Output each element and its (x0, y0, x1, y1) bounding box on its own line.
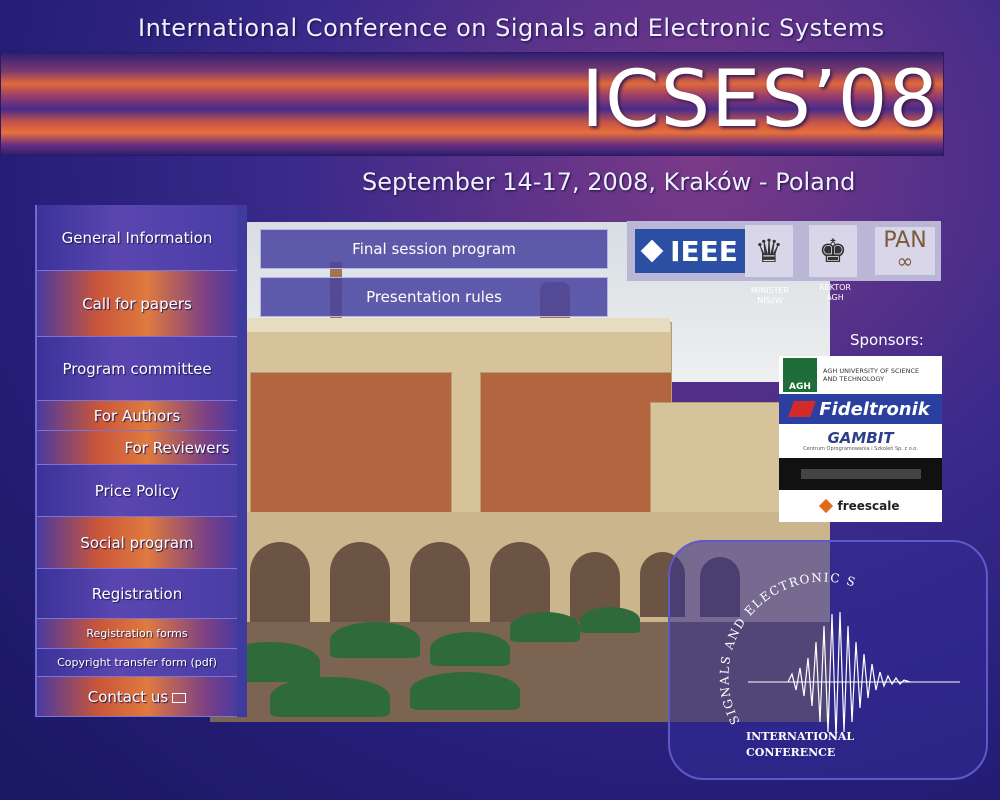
emblem-line2: CONFERENCE (746, 746, 835, 759)
signal-waveform-graphic: SIGNALS AND ELECTRONIC SYSTEMS INTERNATI… (663, 531, 960, 759)
pan-logo[interactable]: PAN ∞ (875, 227, 935, 275)
nav-call-for-papers[interactable]: Call for papers (37, 271, 237, 337)
emblem-arc-text: SIGNALS AND ELECTRONIC SYSTEMS (663, 531, 857, 727)
presentation-rules-button[interactable]: Presentation rules (260, 277, 608, 317)
nav-price-policy[interactable]: Price Policy (37, 465, 237, 517)
rektor-caption: REKTOR AGH (819, 283, 851, 302)
nav-for-reviewers[interactable]: For Reviewers (37, 431, 237, 465)
dark-sponsor-image (800, 469, 921, 479)
eagle-emblem-icon: ♛ (745, 225, 793, 277)
nav-contact-us[interactable]: Contact us (37, 677, 237, 717)
fideltronik-mark-icon (788, 401, 817, 417)
ieee-logo[interactable]: IEEE (635, 229, 747, 273)
nav-program-committee[interactable]: Program committee (37, 337, 237, 401)
envelope-icon (172, 692, 187, 703)
ieee-diamond-icon (640, 239, 664, 263)
nav-general-information[interactable]: General Information (37, 205, 237, 271)
conference-dates: September 14-17, 2008, Kraków - Poland (362, 168, 856, 196)
sponsors-label: Sponsors: (850, 331, 924, 349)
eagle-crest-icon: ♚ (809, 225, 857, 277)
final-session-program-button[interactable]: Final session program (260, 229, 608, 269)
dark-sponsor-logo[interactable] (779, 458, 942, 490)
freescale-sponsor-logo[interactable]: freescale (779, 490, 942, 522)
conference-title: International Conference on Signals and … (138, 14, 885, 42)
agh-sponsor-logo[interactable]: AGH AGH UNIVERSITY OF SCIENCE AND TECHNO… (779, 356, 942, 394)
nav-registration-forms[interactable]: Registration forms (37, 619, 237, 649)
minister-caption: MINISTER NISzW (750, 286, 790, 305)
nav-copyright-transfer-form[interactable]: Copyright transfer form (pdf) (37, 649, 237, 677)
svg-text:SIGNALS AND ELECTRONIC SYSTEMS: SIGNALS AND ELECTRONIC SYSTEMS (670, 542, 858, 727)
agh-mark: AGH (783, 358, 817, 392)
nav-social-program[interactable]: Social program (37, 517, 237, 569)
emblem-line1: INTERNATIONAL (746, 730, 854, 743)
fideltronik-sponsor-logo[interactable]: Fideltronik (779, 394, 942, 424)
header-banner: ICSES’08 (0, 52, 944, 156)
gambit-sponsor-logo[interactable]: GAMBIT Centrum Oprogramowania i Szkoleń … (779, 424, 942, 458)
contact-us-label: Contact us (87, 687, 169, 706)
nav-for-authors[interactable]: For Authors (37, 401, 237, 431)
freescale-mark-icon (819, 498, 834, 514)
conference-emblem: SIGNALS AND ELECTRONIC SYSTEMS INTERNATI… (663, 531, 988, 780)
sidebar-nav: General Information Call for papers Prog… (35, 205, 247, 717)
conference-acronym: ICSES’08 (581, 55, 939, 145)
nav-registration[interactable]: Registration (37, 569, 237, 619)
patron-logos: IEEE ♛ ♚ PAN ∞ (627, 221, 941, 281)
infinity-icon: ∞ (896, 249, 914, 273)
